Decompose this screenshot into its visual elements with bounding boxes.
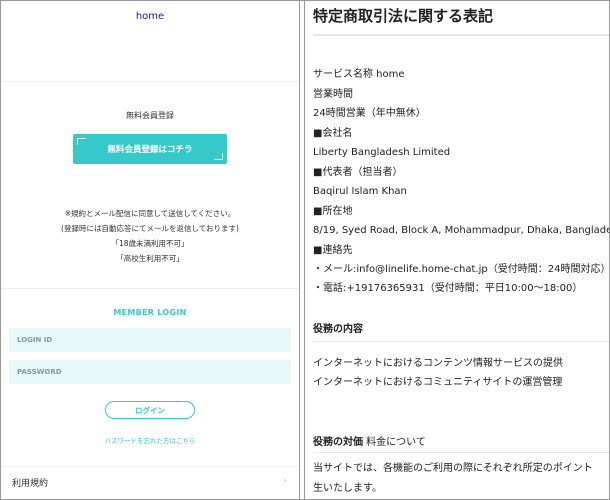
login-panel: home 無料会員登録 無料会員登録はコチラ ※規約とメール配信に同意して送信し…	[1, 1, 299, 499]
section-line: インターネットにおけるコンテンツ情報サービスの提供	[313, 358, 563, 369]
login-id-input[interactable]	[9, 328, 291, 352]
divider	[313, 341, 609, 342]
section-heading-main: 役務の対価	[313, 437, 363, 448]
section-heading-suffix: 料金について	[363, 437, 426, 448]
divider	[1, 81, 299, 82]
corner-decoration	[214, 153, 223, 160]
info-line: 24時間営業（年中無休）	[313, 108, 426, 119]
section-heading: 役務の対価 料金について	[313, 433, 426, 448]
member-login-title: MEMBER LOGIN	[113, 308, 187, 317]
registration-label: 無料会員登録	[126, 111, 174, 120]
corner-decoration	[77, 138, 86, 145]
legal-notice-panel: 特定商取引法に関する表記 サービス名称 home 営業時間 24時間営業（年中無…	[305, 1, 609, 499]
notice-line: 「高校生利用不可」	[116, 254, 184, 263]
terms-of-service-label: 利用規約	[12, 479, 49, 489]
chevron-right-icon: ›	[283, 476, 287, 486]
free-registration-button-label: 無料会員登録はコチラ	[107, 145, 193, 155]
info-line: ■連絡先	[313, 245, 353, 256]
info-line: 8/19, Syed Road, Block A, Mohammadpur, D…	[313, 225, 609, 236]
password-input[interactable]	[9, 360, 291, 384]
terms-of-service-row[interactable]: 利用規約 ›	[1, 466, 299, 497]
info-line: 営業時間	[313, 89, 353, 100]
section-heading: 役務の内容	[313, 324, 363, 335]
section-line: 生いたします。	[313, 483, 382, 494]
info-line: Liberty Bangladesh Limited	[313, 147, 451, 158]
info-line: ■会社名	[313, 128, 353, 139]
info-line: Baqirul Islam Khan	[313, 186, 407, 197]
divider	[313, 452, 609, 453]
page-title: 特定商取引法に関する表記	[313, 7, 494, 25]
section-line: インターネットにおけるコミュニティサイトの運営管理	[313, 377, 563, 388]
free-registration-button[interactable]: 無料会員登録はコチラ	[73, 134, 227, 164]
title-underline	[313, 34, 609, 36]
notice-line: (登録時には自動応答にてメールを返信しております)	[61, 224, 239, 233]
info-line: ■代表者（担当者）	[313, 167, 403, 178]
notice-line: ※規約とメール配信に同意して送信してください。	[64, 209, 236, 218]
notice-line: 「18歳未満利用不可」	[111, 239, 189, 248]
forgot-password-link[interactable]: パスワードを忘れた方はこちら	[1, 435, 299, 445]
info-line: ■所在地	[313, 206, 353, 217]
email-line: ・メール:info@linelife.home-chat.jp（受付時間：24時…	[313, 264, 609, 275]
phone-line: ・電話:+19176365931（受付時間：平日10:00〜18:00）	[313, 283, 583, 294]
section-line: 当サイトでは、各機能のご利用の際にそれぞれ所定のポイント	[313, 463, 593, 474]
info-line: サービス名称 home	[313, 69, 405, 80]
divider	[1, 288, 299, 289]
home-link[interactable]: home	[1, 11, 299, 22]
login-button[interactable]: ログイン	[105, 401, 195, 419]
